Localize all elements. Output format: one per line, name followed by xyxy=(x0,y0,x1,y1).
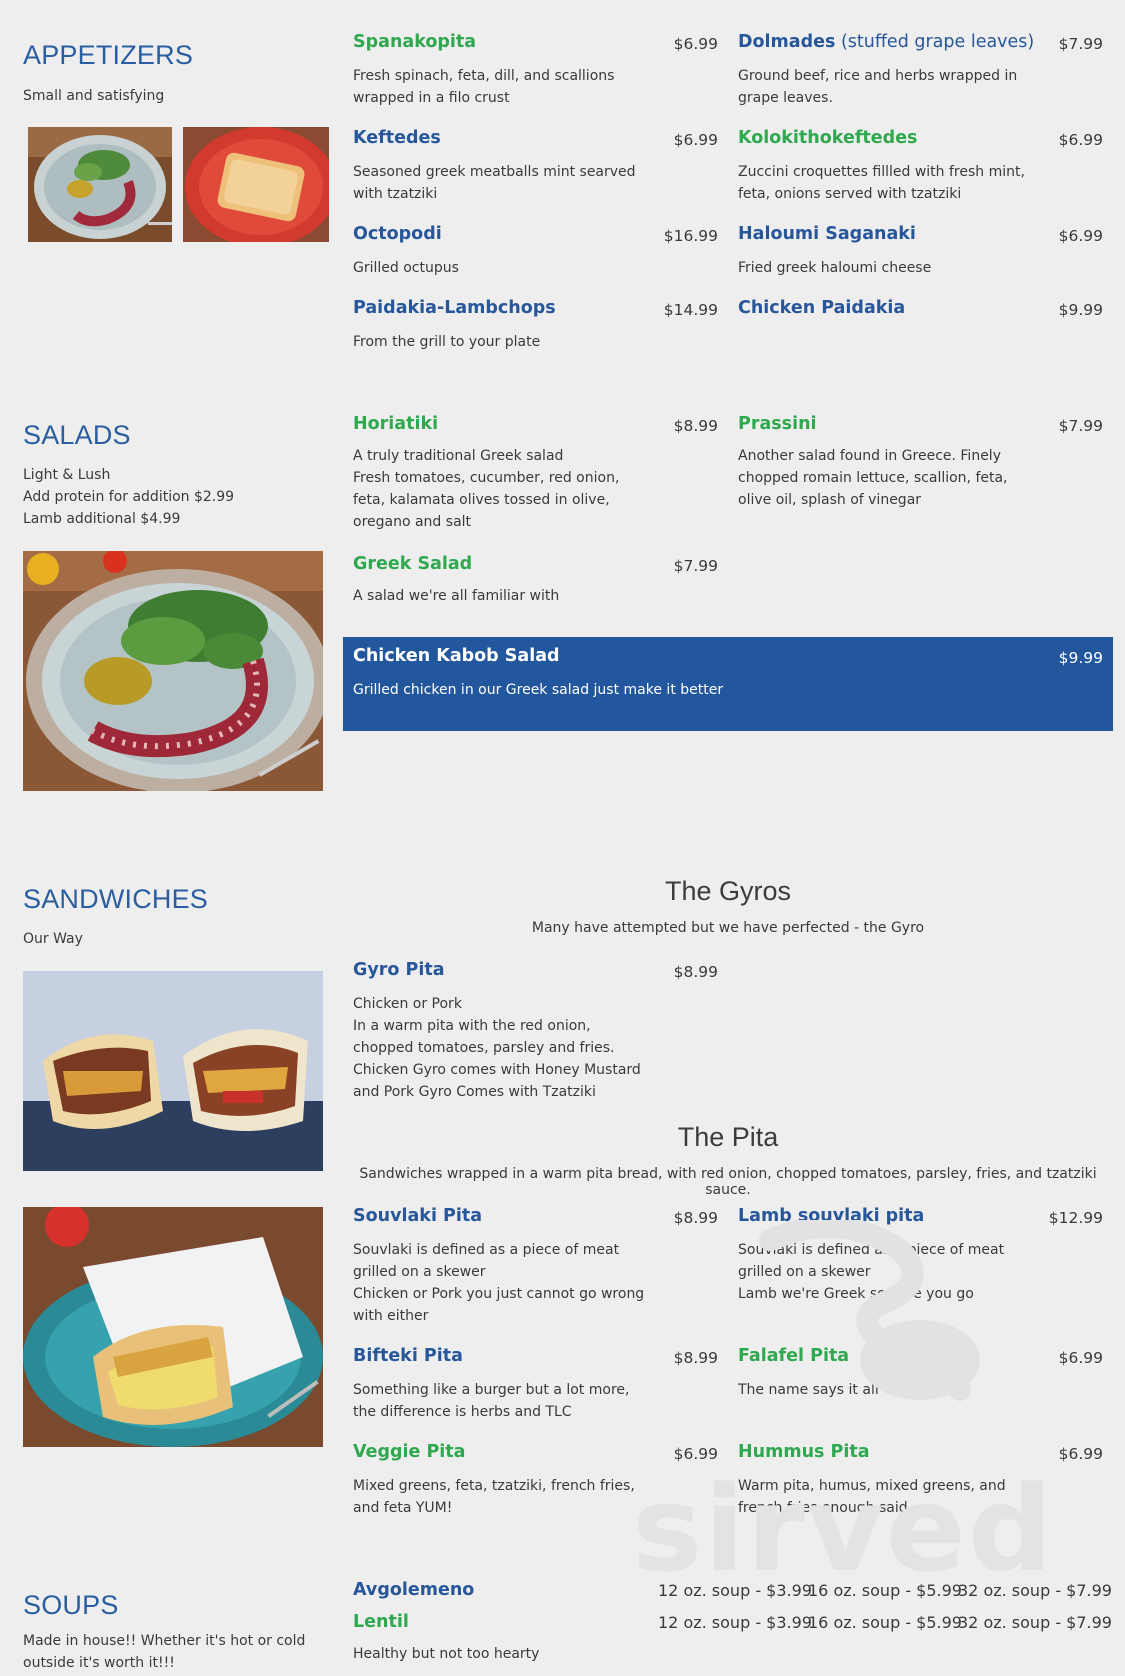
menu-item-price: $8.99 xyxy=(673,1349,718,1367)
salads-subtitle: Light & Lush Add protein for addition $2… xyxy=(23,464,234,530)
menu-item-price: $6.99 xyxy=(1058,131,1103,149)
watermark-text: sirved xyxy=(632,1460,1055,1598)
appetizer-photo-octopus xyxy=(28,127,172,242)
menu-item-description-line: Souvlaki is defined as a piece of meat g… xyxy=(353,1242,620,1280)
menu-item-description: Grilled octupus xyxy=(353,260,459,276)
soups-subtitle: Made in house!! Whether it's hot or cold… xyxy=(23,1633,306,1671)
menu-item-name: Horiatiki xyxy=(353,414,439,434)
menu-item-price: $9.99 xyxy=(1058,301,1103,319)
menu-item-description: Fried greek haloumi cheese xyxy=(738,260,932,276)
sirved-logo-icon xyxy=(730,1216,990,1434)
menu-item-description-line: A truly traditional Greek salad xyxy=(353,448,564,464)
soup-price-option: 12 oz. soup - $3.99 xyxy=(658,1581,812,1600)
soup-price-option: 16 oz. soup - $5.99 xyxy=(808,1613,962,1632)
menu-item-description: Fresh spinach, feta, dill, and scallions… xyxy=(353,68,615,106)
appetizers-subtitle: Small and satisfying xyxy=(23,88,165,104)
menu-item-price: $6.99 xyxy=(673,131,718,149)
menu-item-description-line: In a warm pita with the red onion, chopp… xyxy=(353,1018,641,1100)
menu-item-price: $7.99 xyxy=(1058,35,1103,53)
menu-item-description: A salad we're all familiar with xyxy=(353,588,560,604)
menu-item-name: Spanakopita xyxy=(353,32,477,52)
menu-item-name: Octopodi xyxy=(353,224,442,244)
menu-item-name: Lentil xyxy=(353,1612,409,1632)
menu-item-description: Healthy but not too hearty xyxy=(353,1646,540,1662)
menu-item-price: $9.99 xyxy=(1058,649,1103,667)
menu-item-price: $6.99 xyxy=(1058,1349,1103,1367)
salad-photo xyxy=(23,551,323,791)
menu-item-price: $8.99 xyxy=(673,1209,718,1227)
salads-subtitle-line: Light & Lush xyxy=(23,467,111,483)
menu-item-price: $16.99 xyxy=(663,227,718,245)
menu-item-name: Paidakia-Lambchops xyxy=(353,298,556,318)
salads-subtitle-line: Lamb additional $4.99 xyxy=(23,511,181,527)
menu-item-name: Chicken Kabob Salad xyxy=(353,646,560,666)
menu-item-description: Ground beef, rice and herbs wrapped in g… xyxy=(738,68,1018,106)
menu-item-name: Haloumi Saganaki xyxy=(738,224,916,244)
menu-item-description: Souvlaki is defined as a piece of meat g… xyxy=(353,1239,653,1327)
featured-item-banner: Chicken Kabob Salad $9.99 Grilled chicke… xyxy=(343,637,1113,731)
menu-item-price: $14.99 xyxy=(663,301,718,319)
menu-item-name: Souvlaki Pita xyxy=(353,1206,483,1226)
menu-item-name: Bifteki Pita xyxy=(353,1346,463,1366)
soup-price-option: 12 oz. soup - $3.99 xyxy=(658,1613,812,1632)
pita-heading: The Pita xyxy=(677,1122,779,1152)
menu-item-description: Chicken or Pork In a warm pita with the … xyxy=(353,993,643,1103)
menu-item-price: $6.99 xyxy=(1058,227,1103,245)
menu-item-description: Seasoned greek meatballs mint searved wi… xyxy=(353,164,636,202)
menu-item-price: $7.99 xyxy=(1058,417,1103,435)
soup-price-option: 16 oz. soup - $5.99 xyxy=(808,1581,962,1600)
menu-item-name: Chicken Paidakia xyxy=(738,298,906,318)
soup-price-option: 32 oz. soup - $7.99 xyxy=(958,1613,1112,1632)
menu-item-name: Greek Salad xyxy=(353,554,473,574)
menu-item-name: Dolmades (stuffed grape leaves) xyxy=(738,32,1035,52)
soups-title: SOUPS xyxy=(23,1590,119,1620)
menu-item-name: Hummus Pita xyxy=(738,1442,870,1462)
menu-item-description: Something like a burger but a lot more, … xyxy=(353,1382,630,1420)
menu-item-description-line: Chicken or Pork you just cannot go wrong… xyxy=(353,1286,645,1324)
menu-item-name: Avgolemeno xyxy=(353,1580,475,1600)
menu-item-name: Veggie Pita xyxy=(353,1442,466,1462)
menu-item-price: $6.99 xyxy=(673,35,718,53)
appetizer-photo-spanakopita xyxy=(183,127,329,242)
sandwiches-title: SANDWICHES xyxy=(23,884,209,914)
gyros-subheading: Many have attempted but we have perfecte… xyxy=(531,920,925,936)
soup-price-option: 32 oz. soup - $7.99 xyxy=(958,1581,1112,1600)
gyros-heading: The Gyros xyxy=(664,876,792,906)
menu-item-description: Another salad found in Greece. Finely ch… xyxy=(738,448,1008,508)
menu-item-description: Zuccini croquettes fillled with fresh mi… xyxy=(738,164,1025,202)
appetizers-title: APPETIZERS xyxy=(23,40,194,70)
pita-subheading: Sandwiches wrapped in a warm pita bread,… xyxy=(359,1166,1097,1198)
menu-item-name: Kolokithokeftedes xyxy=(738,128,918,148)
menu-item-price: $8.99 xyxy=(673,963,718,981)
menu-item-description-line: Fresh tomatoes, cucumber, red onion, fet… xyxy=(353,470,620,530)
salads-subtitle-line: Add protein for addition $2.99 xyxy=(23,489,235,505)
menu-item-name: Keftedes xyxy=(353,128,441,148)
menu-item-price: $7.99 xyxy=(673,557,718,575)
menu-item-price: $12.99 xyxy=(1048,1209,1103,1227)
sandwiches-subtitle: Our Way xyxy=(23,931,83,947)
menu-item-description: A truly traditional Greek salad Fresh to… xyxy=(353,445,653,533)
menu-item-description: Mixed greens, feta, tzatziki, french fri… xyxy=(353,1478,635,1516)
menu-item-price: $8.99 xyxy=(673,417,718,435)
menu-item-name: Gyro Pita xyxy=(353,960,445,980)
menu-item-description: Grilled chicken in our Greek salad just … xyxy=(353,682,724,698)
salads-title: SALADS xyxy=(23,420,131,450)
pita-photo xyxy=(23,1207,323,1447)
menu-item-name: Prassini xyxy=(738,414,817,434)
gyro-photo xyxy=(23,971,323,1171)
menu-item-description: From the grill to your plate xyxy=(353,334,541,350)
menu-item-description-line: Chicken or Pork xyxy=(353,996,462,1012)
